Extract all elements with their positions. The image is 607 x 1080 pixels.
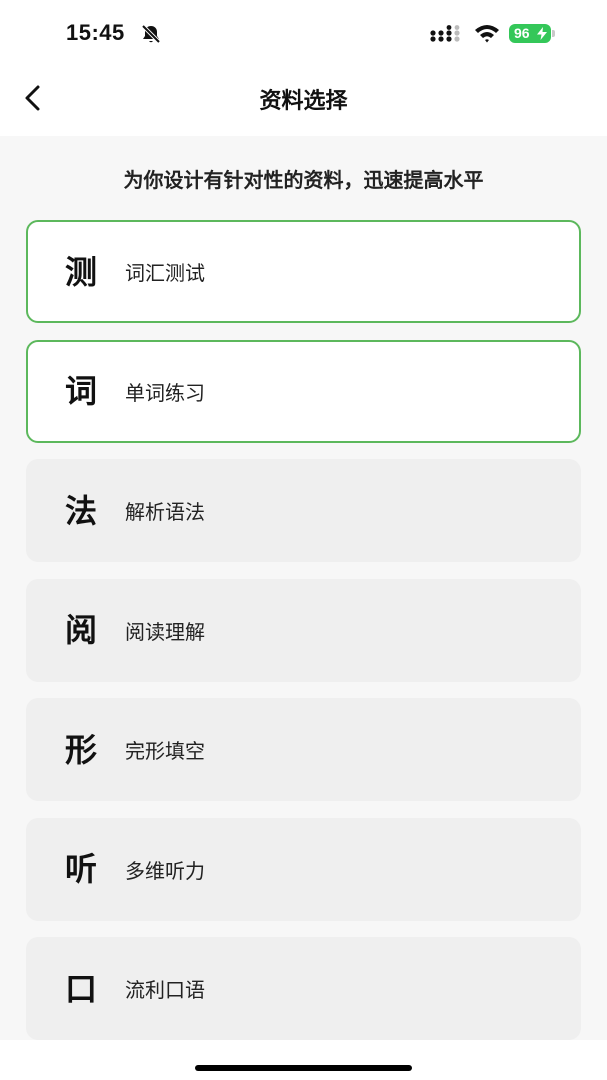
cloze-glyph-icon: 形 (64, 730, 97, 769)
material-item-label: 解析语法 (125, 500, 205, 524)
material-item-listening[interactable]: 听 多维听力 (26, 817, 581, 921)
material-item-label: 完形填空 (125, 739, 205, 763)
material-item-label: 多维听力 (125, 858, 205, 883)
bottom-safe-area (0, 1040, 607, 1080)
wifi-icon (475, 25, 499, 43)
material-item-cloze[interactable]: 形 完形填空 (26, 698, 581, 801)
material-item-word-practice[interactable]: 词 单词练习 (26, 339, 581, 443)
material-item-grammar[interactable]: 法 解析语法 (26, 459, 581, 562)
material-item-label: 流利口语 (125, 978, 205, 1002)
material-item-vocab-test[interactable]: 测 词汇测试 (26, 220, 581, 323)
battery-charging-icon: 96 (509, 24, 555, 43)
speaking-glyph-icon: 口 (64, 969, 97, 1008)
status-time: 15:45 (66, 20, 125, 45)
page-subtitle: 为你设计有针对性的资料，迅速提高水平 (123, 168, 484, 192)
material-item-reading[interactable]: 阅 阅读理解 (26, 578, 581, 682)
vocab-test-glyph-icon: 测 (64, 252, 97, 291)
listening-glyph-icon: 听 (64, 850, 97, 888)
material-item-speaking[interactable]: 口 流利口语 (26, 937, 581, 1040)
page-title: 资料选择 (259, 89, 348, 114)
cellular-signal-icon (430, 25, 460, 42)
status-bar: 15:45 96 (0, 0, 607, 66)
material-item-label: 单词练习 (125, 380, 205, 405)
home-indicator (195, 1065, 412, 1071)
header-area: 15:45 96 资料选择 (0, 0, 607, 136)
material-item-label: 阅读理解 (125, 619, 205, 644)
word-practice-glyph-icon: 词 (64, 372, 97, 410)
grammar-glyph-icon: 法 (64, 491, 97, 530)
battery-level: 96 (514, 25, 530, 41)
bell-muted-icon (141, 24, 161, 44)
material-list: 测 词汇测试 词 单词练习 法 解析语法 阅 阅读理解 形 完形填空 听 多维听… (26, 220, 581, 1057)
material-item-label: 词汇测试 (125, 261, 205, 285)
reading-glyph-icon: 阅 (64, 611, 97, 649)
bolt-icon (537, 27, 547, 40)
